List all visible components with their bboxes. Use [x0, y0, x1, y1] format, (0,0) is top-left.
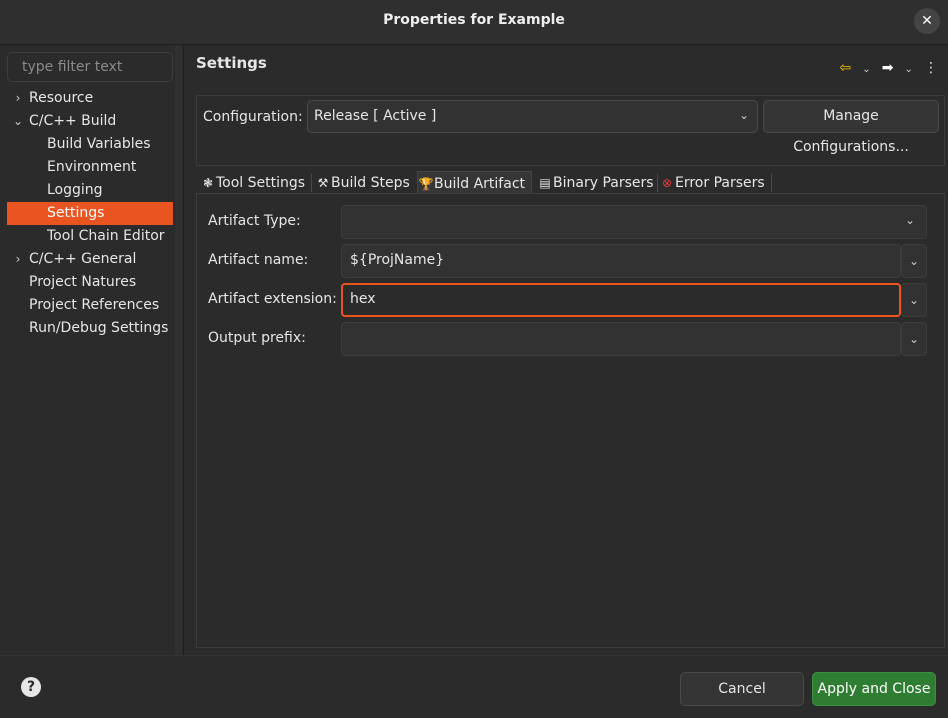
configuration-label: Configuration:	[203, 109, 303, 125]
artifact-type-row: Artifact Type: ⌄	[197, 205, 946, 239]
nav-toolbar: ⇦ ⌄ ➡ ⌄ ⋮	[833, 57, 938, 77]
left-pane: type filter text › Resource ⌄ C/C++ Build Bu…	[0, 45, 183, 655]
close-button[interactable]: ✕	[914, 8, 940, 34]
tab-error-parsers[interactable]: ⊗ Error Parsers	[659, 171, 771, 195]
tree-item-label: Logging	[47, 182, 103, 198]
output-prefix-label: Output prefix:	[208, 330, 306, 346]
chevron-right-icon[interactable]: ›	[11, 87, 25, 110]
apply-and-close-button[interactable]: Apply and Close	[812, 672, 936, 706]
artifact-extension-input[interactable]: hex	[341, 283, 901, 317]
tool-settings-icon: ❃	[202, 176, 214, 190]
window-title: Properties for Example	[383, 12, 565, 28]
build-steps-icon: ⚒	[317, 176, 329, 190]
tree-item-label: Project Natures	[29, 274, 137, 290]
tree-item-label: Project References	[29, 297, 160, 313]
artifact-name-dropdown-button[interactable]: ⌄	[901, 244, 927, 278]
tree-item-label: Environment	[47, 159, 137, 175]
tree-item-settings[interactable]: Settings	[7, 202, 173, 225]
artifact-name-label: Artifact name:	[208, 252, 309, 268]
tab-build-steps[interactable]: ⚒ Build Steps	[315, 171, 415, 195]
back-dropdown-chevron-icon[interactable]: ⌄	[862, 64, 870, 75]
left-scrollbar[interactable]	[175, 45, 182, 655]
menu-kebab-icon[interactable]: ⋮	[924, 60, 938, 76]
chevron-down-icon: ⌄	[908, 332, 920, 346]
tab-label: Build Artifact	[434, 176, 525, 192]
tree-item-environment[interactable]: Environment	[0, 156, 183, 179]
tab-separator	[657, 174, 658, 192]
artifact-extension-dropdown-button[interactable]: ⌄	[901, 283, 927, 317]
tree-item-label: Tool Chain Editor	[47, 228, 165, 244]
forward-arrow-icon[interactable]: ➡	[882, 60, 894, 76]
artifact-name-row: Artifact name: ${ProjName} ⌄	[197, 244, 946, 278]
artifact-name-input[interactable]: ${ProjName}	[341, 244, 901, 278]
tree-item-build-variables[interactable]: Build Variables	[0, 133, 183, 156]
output-prefix-input[interactable]	[341, 322, 901, 356]
page-title: Settings	[196, 54, 267, 72]
filter-input[interactable]: type filter text	[7, 52, 173, 82]
tree-item-label: Build Variables	[47, 136, 151, 152]
tree-item-run-debug-settings[interactable]: Run/Debug Settings	[0, 317, 183, 340]
configuration-group: Configuration: Release [ Active ] ⌄ Mana…	[196, 95, 945, 166]
binary-parsers-icon: ▤	[539, 176, 551, 190]
tab-separator	[771, 174, 772, 192]
tab-binary-parsers[interactable]: ▤ Binary Parsers	[537, 171, 657, 195]
back-arrow-icon[interactable]: ⇦	[839, 60, 851, 76]
tab-label: Error Parsers	[675, 175, 765, 191]
property-tree: › Resource ⌄ C/C++ Build Build Variables Envi…	[0, 87, 183, 340]
title-bar: Properties for Example ✕	[0, 0, 948, 45]
tree-item-tool-chain-editor[interactable]: Tool Chain Editor	[0, 225, 183, 248]
tree-item-c-c-build[interactable]: ⌄ C/C++ Build	[0, 110, 183, 133]
tree-item-resource[interactable]: › Resource	[0, 87, 183, 110]
help-icon[interactable]: ?	[21, 677, 41, 697]
artifact-type-select[interactable]	[341, 205, 927, 239]
tab-build-artifact[interactable]: 🏆Build Artifact	[417, 171, 532, 195]
chevron-right-icon[interactable]: ›	[11, 248, 25, 271]
tree-item-project-references[interactable]: Project References	[0, 294, 183, 317]
tree-item-project-natures[interactable]: Project Natures	[0, 271, 183, 294]
output-prefix-row: Output prefix: ⌄	[197, 322, 946, 356]
error-parsers-icon: ⊗	[661, 176, 673, 190]
tab-label: Binary Parsers	[553, 175, 654, 191]
artifact-extension-row: Artifact extension: hex ⌄	[197, 283, 946, 317]
tab-label: Tool Settings	[216, 175, 306, 191]
chevron-down-icon: ⌄	[738, 108, 749, 122]
build-artifact-panel: Artifact Type: ⌄ Artifact name: ${ProjNa…	[196, 193, 945, 648]
artifact-type-label: Artifact Type:	[208, 213, 301, 229]
artifact-extension-label: Artifact extension:	[208, 291, 337, 307]
configuration-select[interactable]: Release [ Active ] ⌄	[307, 100, 758, 133]
tree-item-label: Resource	[29, 90, 94, 106]
tab-label: Build Steps	[331, 175, 410, 191]
chevron-down-icon: ⌄	[905, 213, 916, 227]
cancel-button[interactable]: Cancel	[680, 672, 804, 706]
configuration-value: Release [ Active ]	[314, 108, 437, 124]
forward-dropdown-chevron-icon[interactable]: ⌄	[905, 64, 913, 75]
dialog-footer: ? Cancel Apply and Close	[0, 655, 948, 718]
chevron-down-icon: ⌄	[908, 254, 920, 268]
tree-item-label: C/C++ General	[29, 251, 137, 267]
tree-item-label: Run/Debug Settings	[29, 320, 169, 336]
output-prefix-dropdown-button[interactable]: ⌄	[901, 322, 927, 356]
chevron-down-icon: ⌄	[908, 293, 920, 307]
tree-item-label: C/C++ Build	[29, 113, 117, 129]
tree-item-logging[interactable]: Logging	[0, 179, 183, 202]
tab-tool-settings[interactable]: ❃ Tool Settings	[200, 171, 308, 195]
right-pane: Settings ⇦ ⌄ ➡ ⌄ ⋮ Configuration: Releas…	[184, 45, 948, 655]
tree-item-label: Settings	[47, 205, 105, 221]
manage-configurations-button[interactable]: Manage Configurations...	[763, 100, 939, 155]
tree-item-c-c-general[interactable]: › C/C++ General	[0, 248, 183, 271]
tab-separator	[311, 174, 312, 192]
chevron-down-icon[interactable]: ⌄	[11, 110, 25, 133]
